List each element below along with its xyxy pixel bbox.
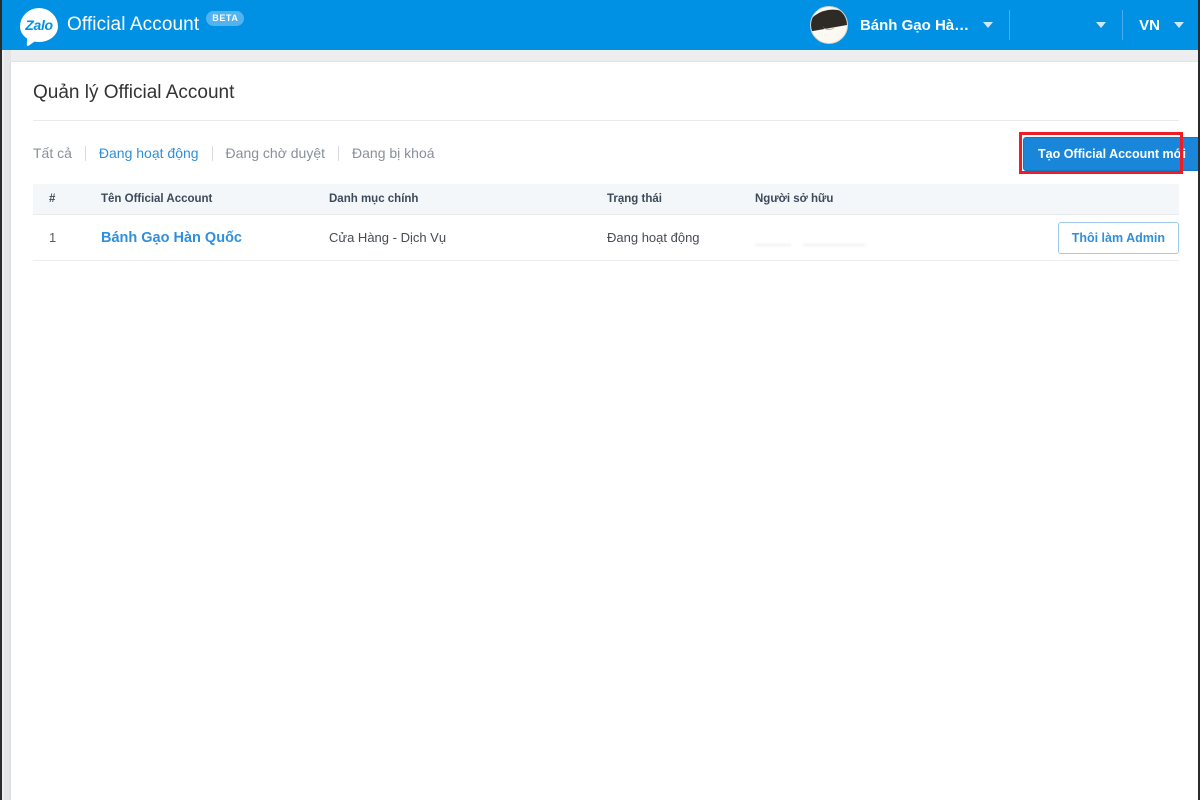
table-row: 1 Bánh Gạo Hàn Quốc Cửa Hàng - Dịch Vụ Đ…	[33, 215, 1179, 261]
header-divider	[1009, 10, 1011, 40]
title-divider	[33, 120, 1179, 121]
brand-logo[interactable]: Zalo Official Account BETA	[20, 0, 245, 50]
remove-admin-button[interactable]: Thôi làm Admin	[1057, 221, 1179, 254]
header-right-group: Bánh Gạo Hà… VN	[809, 0, 1198, 50]
account-name-label: Bánh Gạo Hà…	[859, 16, 970, 34]
table-header-row: # Tên Official Account Danh mục chính Tr…	[33, 184, 1179, 215]
column-header-index: #	[49, 193, 56, 205]
zalo-logo-text: Zalo	[25, 17, 53, 33]
avatar[interactable]	[809, 6, 848, 44]
brand-title: Official Account	[67, 14, 200, 35]
filter-tabs: Tất cả Đang hoạt động Đang chờ duyệt Đan…	[33, 144, 448, 162]
column-header-category: Danh mục chính	[329, 193, 419, 205]
account-chevron-down-icon[interactable]	[983, 22, 994, 28]
column-header-owner: Người sở hữu	[755, 193, 834, 205]
app-window: Zalo Official Account BETA Bánh Gạo Hà… …	[0, 0, 1200, 800]
row-owner-redacted	[755, 234, 865, 246]
content-card: Quản lý Official Account Tất cả Đang hoạ…	[11, 62, 1198, 800]
tab-active[interactable]: Đang hoạt động	[86, 144, 212, 162]
accounts-table: # Tên Official Account Danh mục chính Tr…	[33, 184, 1179, 261]
notifications-chevron-down-icon[interactable]	[1096, 22, 1107, 28]
zalo-bubble-icon: Zalo	[20, 8, 58, 42]
header-divider-2	[1122, 10, 1124, 40]
column-header-status: Trạng thái	[607, 193, 662, 205]
tab-pending[interactable]: Đang chờ duyệt	[213, 144, 338, 162]
row-index: 1	[49, 230, 57, 245]
language-label[interactable]: VN	[1139, 17, 1160, 34]
create-official-account-button[interactable]: Tạo Official Account mới	[1023, 137, 1198, 171]
language-chevron-down-icon[interactable]	[1174, 22, 1184, 28]
beta-badge: BETA	[206, 10, 245, 26]
row-status: Đang hoạt động	[607, 230, 700, 245]
page-scrollbar[interactable]	[4, 50, 11, 800]
row-owner	[755, 224, 1031, 251]
top-header-bar: Zalo Official Account BETA Bánh Gạo Hà… …	[2, 0, 1198, 50]
row-actions: Thôi làm Admin	[1031, 221, 1179, 254]
row-category: Cửa Hàng - Dịch Vụ	[329, 230, 447, 245]
page-title: Quản lý Official Account	[33, 82, 235, 103]
column-header-name: Tên Official Account	[101, 193, 213, 205]
tab-locked[interactable]: Đang bị khoá	[339, 144, 448, 162]
tab-all[interactable]: Tất cả	[33, 144, 85, 162]
row-account-name-link[interactable]: Bánh Gạo Hàn Quốc	[101, 230, 329, 246]
